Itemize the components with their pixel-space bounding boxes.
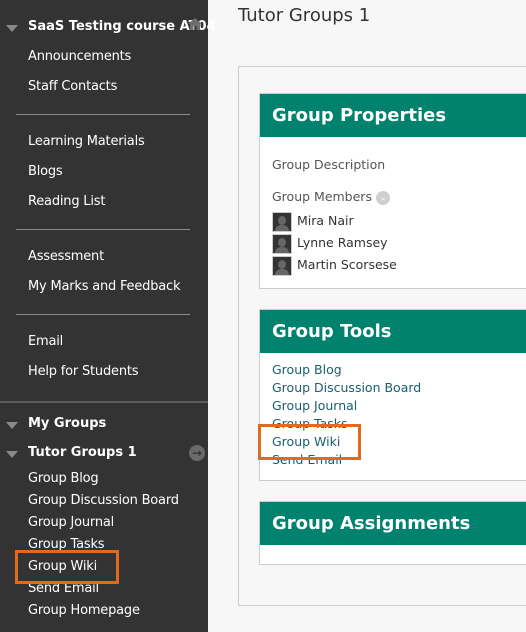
group-menu-item-discussion-board[interactable]: Group Discussion Board (28, 493, 179, 508)
collapse-triangle-icon[interactable] (6, 25, 18, 32)
tool-link-group-journal[interactable]: Group Journal (272, 398, 357, 413)
menu-divider (16, 229, 190, 230)
avatar (272, 234, 292, 254)
menu-item-learning-materials[interactable]: Learning Materials (28, 134, 145, 149)
menu-divider (16, 314, 190, 315)
tool-link-discussion-board[interactable]: Group Discussion Board (272, 380, 421, 395)
collapse-triangle-icon[interactable] (6, 451, 18, 458)
menu-item-staff-contacts[interactable]: Staff Contacts (28, 79, 117, 94)
group-assignments-module: Group Assignments (259, 501, 526, 565)
group-title[interactable]: Tutor Groups 1 (28, 445, 137, 460)
group-members-label: Group Members (272, 189, 372, 204)
menu-item-announcements[interactable]: Announcements (28, 49, 131, 64)
group-members-toggle[interactable]: Group Members ⌄ (272, 189, 390, 205)
avatar (272, 256, 292, 276)
tool-link-group-blog[interactable]: Group Blog (272, 362, 342, 377)
menu-item-my-marks[interactable]: My Marks and Feedback (28, 279, 181, 294)
collapse-triangle-icon[interactable] (6, 422, 18, 429)
arrow-right-circle-icon[interactable]: → (189, 445, 205, 461)
menu-item-assessment[interactable]: Assessment (28, 249, 104, 264)
menu-item-blogs[interactable]: Blogs (28, 164, 63, 179)
member-name: Lynne Ramsey (297, 235, 388, 250)
member-name: Martin Scorsese (297, 257, 397, 272)
course-menu-sidebar: SaaS Testing course AT04 Announcements S… (0, 0, 216, 632)
menu-item-help-for-students[interactable]: Help for Students (28, 364, 139, 379)
group-menu-item-journal[interactable]: Group Journal (28, 515, 114, 530)
menu-divider (16, 114, 190, 115)
my-groups-heading[interactable]: My Groups (28, 416, 106, 431)
group-tools-header: Group Tools (260, 310, 526, 353)
tools-wiki-highlight-box (258, 424, 361, 460)
group-menu-item-homepage[interactable]: Group Homepage (28, 603, 140, 618)
sidebar-wiki-highlight-box (15, 550, 119, 584)
page-title: Tutor Groups 1 (238, 5, 371, 26)
home-icon[interactable] (188, 18, 202, 30)
menu-section-divider (0, 401, 208, 403)
group-properties-module: Group Properties Group Description Group… (259, 93, 526, 289)
avatar (272, 212, 292, 232)
group-menu-item-blog[interactable]: Group Blog (28, 471, 99, 486)
member-name: Mira Nair (297, 213, 354, 228)
chevron-down-icon[interactable]: ⌄ (375, 190, 390, 205)
menu-item-reading-list[interactable]: Reading List (28, 194, 105, 209)
group-description-label: Group Description (272, 157, 386, 172)
menu-item-email[interactable]: Email (28, 334, 63, 349)
group-properties-header: Group Properties (260, 94, 526, 137)
group-assignments-header: Group Assignments (260, 502, 526, 545)
